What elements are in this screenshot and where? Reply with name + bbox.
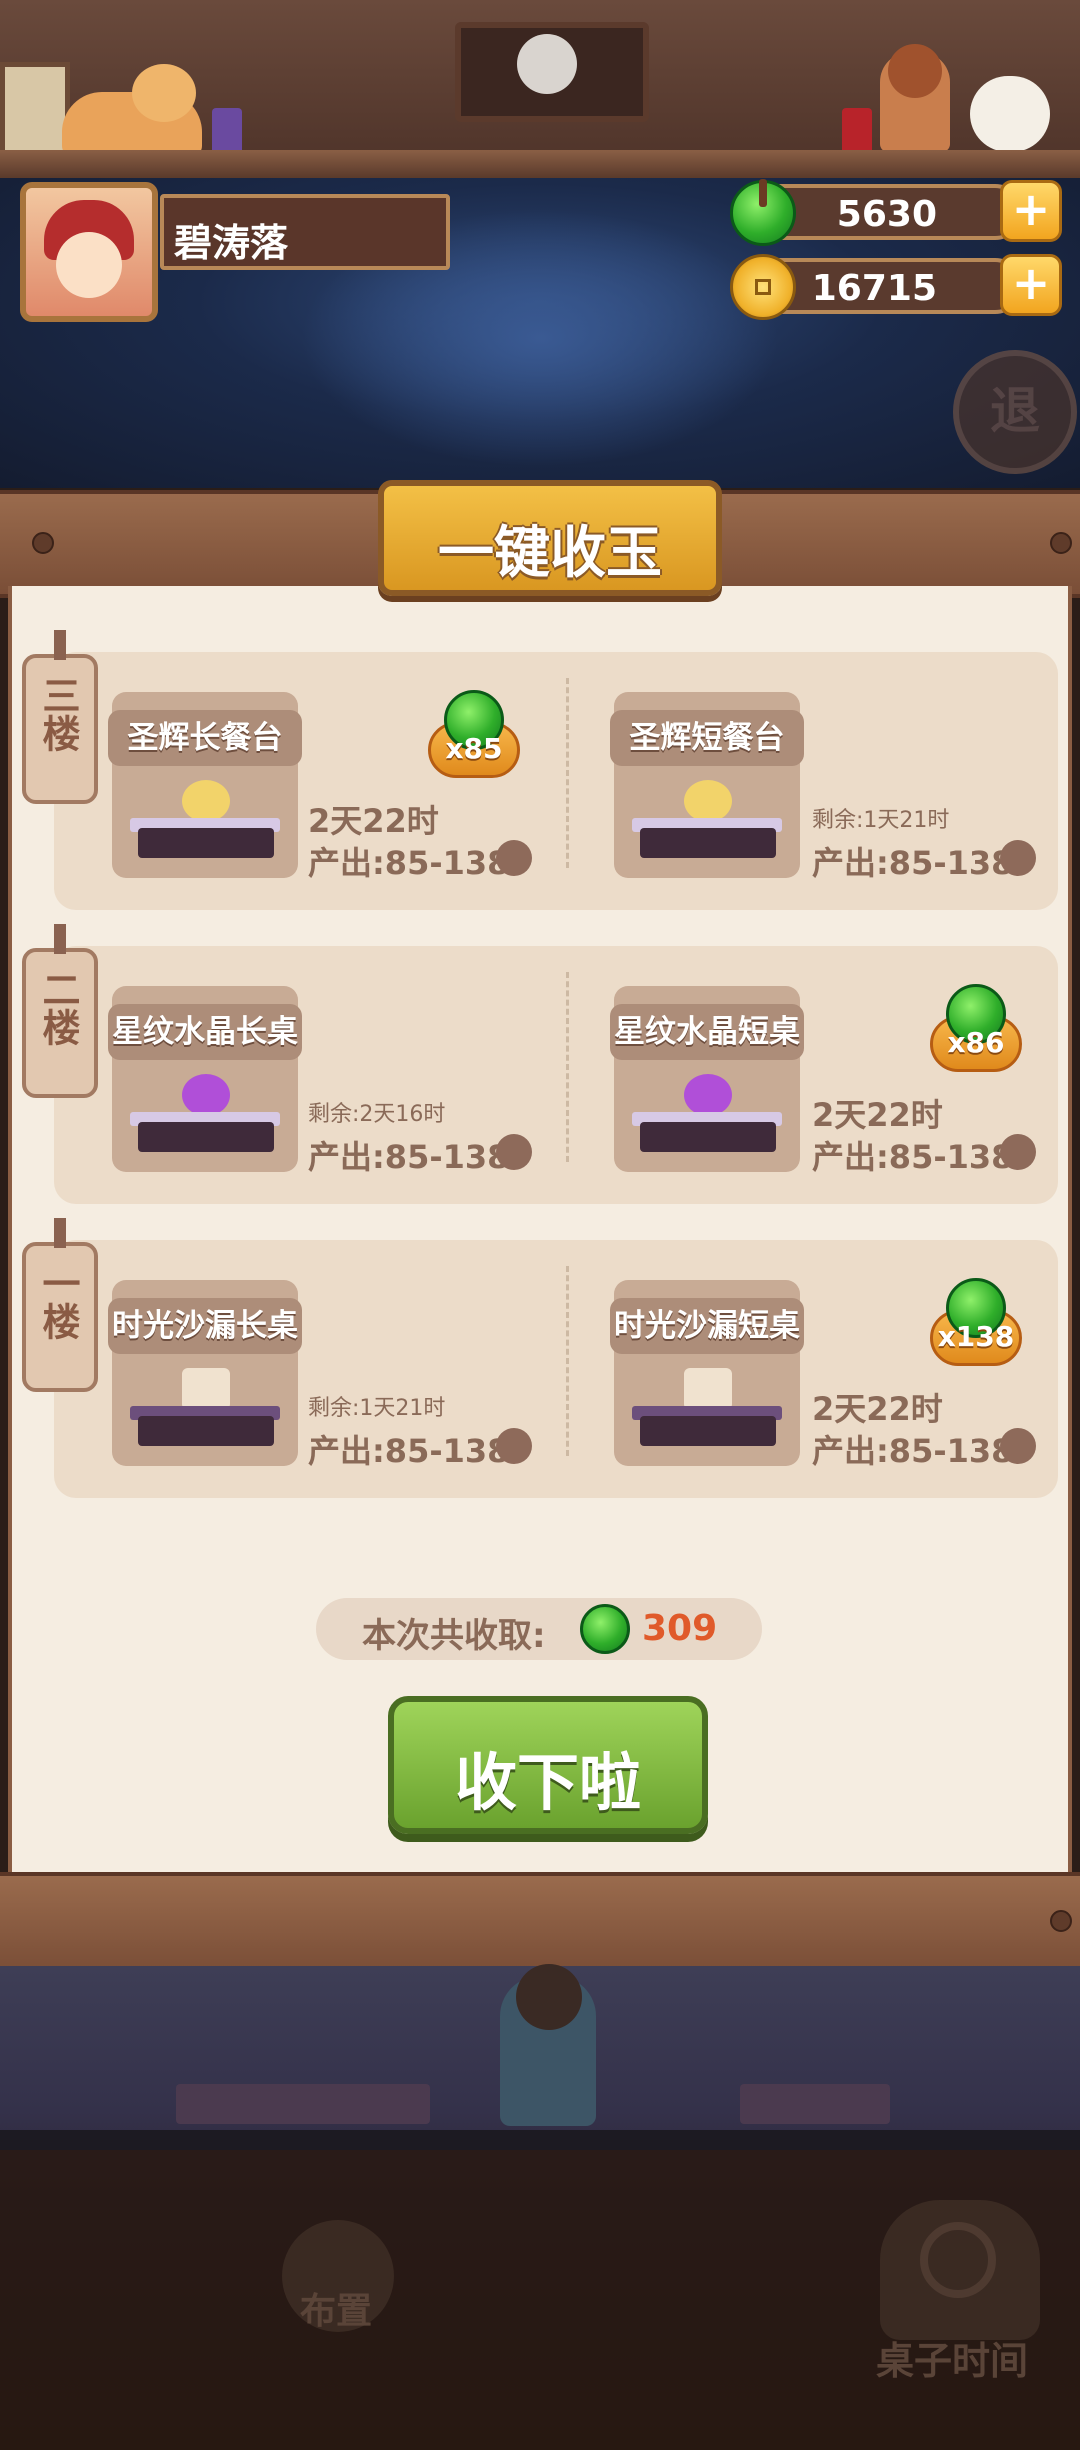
table-name: 时光沙漏长桌 bbox=[108, 1298, 302, 1354]
divider bbox=[566, 1266, 569, 1456]
paw-frame bbox=[0, 62, 70, 156]
exit-button[interactable]: 退 bbox=[953, 350, 1077, 474]
jade-icon bbox=[730, 179, 796, 246]
table-production: 产出:85-138 bbox=[812, 1432, 1014, 1470]
coin-icon bbox=[1000, 1134, 1036, 1170]
table-tile[interactable]: 时光沙漏长桌 bbox=[108, 1280, 302, 1466]
coin-icon bbox=[1000, 840, 1036, 876]
table-name: 圣辉短餐台 bbox=[610, 710, 804, 766]
table-tile[interactable]: 星纹水晶长桌 bbox=[108, 986, 302, 1172]
coin-icon bbox=[1000, 1428, 1036, 1464]
collect-button[interactable]: 收下啦 bbox=[388, 1696, 708, 1834]
table-status: 2天22时 bbox=[308, 802, 439, 840]
nail-icon bbox=[1050, 532, 1072, 554]
floor-tag: 二楼 bbox=[22, 924, 98, 1098]
jar-decoration bbox=[212, 108, 242, 156]
jade-badge-count: x138 bbox=[937, 1320, 1015, 1353]
divider bbox=[566, 678, 569, 868]
nail-icon bbox=[1050, 1910, 1072, 1932]
girl-figurine bbox=[880, 44, 950, 152]
jade-badge[interactable]: x85 bbox=[424, 690, 524, 788]
table-production: 产出:85-138 bbox=[308, 844, 510, 882]
table-status: 2天22时 bbox=[812, 1390, 943, 1428]
scene-table bbox=[176, 2084, 430, 2124]
table-name: 圣辉长餐台 bbox=[108, 710, 302, 766]
total-value: 309 bbox=[642, 1608, 718, 1649]
floor-tag: 一楼 bbox=[22, 1218, 98, 1392]
jade-icon bbox=[580, 1604, 630, 1654]
nail-icon bbox=[32, 532, 54, 554]
collect-button-label: 收下啦 bbox=[454, 1746, 641, 1819]
crystal-ball-decoration bbox=[684, 1074, 732, 1116]
jade-badge[interactable]: x86 bbox=[926, 984, 1026, 1082]
hourglass-decoration bbox=[182, 1368, 230, 1410]
table-remaining: 剩余:1天21时 bbox=[812, 808, 950, 833]
floor-label: 二楼 bbox=[36, 970, 80, 1046]
jar-decoration bbox=[842, 108, 872, 156]
table-name: 星纹水晶短桌 bbox=[610, 1004, 804, 1060]
floor-label: 三楼 bbox=[36, 676, 80, 752]
table-status: 2天22时 bbox=[812, 1096, 943, 1134]
table-remaining: 剩余:1天21时 bbox=[308, 1396, 446, 1421]
table-production: 产出:85-138 bbox=[308, 1138, 510, 1176]
player-name: 碧涛落 bbox=[174, 221, 289, 265]
clock-icon bbox=[920, 2222, 996, 2298]
scene-table bbox=[740, 2084, 890, 2124]
orange-cat-decoration bbox=[62, 64, 202, 156]
add-coin-button[interactable]: + bbox=[1000, 254, 1062, 316]
jade-value: 5630 bbox=[836, 194, 937, 235]
coin-icon bbox=[496, 840, 532, 876]
crystal-ball-decoration bbox=[182, 1074, 230, 1116]
white-cat-decoration bbox=[970, 76, 1050, 152]
dialog-title: 一键收玉 bbox=[438, 521, 662, 586]
table-tile[interactable]: 星纹水晶短桌 bbox=[610, 986, 804, 1172]
table-name: 时光沙漏短桌 bbox=[610, 1298, 804, 1354]
table-tile[interactable]: 时光沙漏短桌 bbox=[610, 1280, 804, 1466]
table-tile[interactable]: 圣辉长餐台 bbox=[108, 692, 302, 878]
floor-tag: 三楼 bbox=[22, 630, 98, 804]
jade-badge[interactable]: x138 bbox=[926, 1278, 1026, 1376]
dialog-title-plate: 一键收玉 bbox=[378, 480, 722, 596]
layout-button-label: 布置 bbox=[300, 2291, 373, 2332]
hanging-picture bbox=[455, 22, 649, 122]
table-name: 星纹水晶长桌 bbox=[108, 1004, 302, 1060]
table-time-label: 桌子时间 bbox=[876, 2339, 1029, 2383]
table-decoration bbox=[182, 780, 230, 822]
table-tile[interactable]: 圣辉短餐台 bbox=[610, 692, 804, 878]
total-label: 本次共收取: bbox=[362, 1616, 546, 1656]
jade-badge-count: x85 bbox=[445, 732, 503, 765]
coin-icon bbox=[496, 1428, 532, 1464]
table-production: 产出:85-138 bbox=[812, 844, 1014, 882]
coin-icon bbox=[496, 1134, 532, 1170]
waiter-character bbox=[500, 1964, 596, 2126]
hourglass-decoration bbox=[684, 1368, 732, 1410]
floor-label: 一楼 bbox=[36, 1264, 80, 1340]
jade-badge-count: x86 bbox=[947, 1026, 1005, 1059]
dialog-bottom-bar bbox=[0, 1872, 1080, 1974]
divider bbox=[566, 972, 569, 1162]
table-decoration bbox=[684, 780, 732, 822]
table-remaining: 剩余:2天16时 bbox=[308, 1102, 446, 1127]
player-name-box: 碧涛落 bbox=[160, 194, 450, 270]
table-production: 产出:85-138 bbox=[308, 1432, 510, 1470]
player-avatar[interactable] bbox=[20, 182, 158, 322]
table-production: 产出:85-138 bbox=[812, 1138, 1014, 1176]
add-jade-button[interactable]: + bbox=[1000, 180, 1062, 242]
total-collected: 本次共收取: 309 bbox=[316, 1598, 762, 1660]
coin-icon bbox=[730, 254, 796, 320]
coin-value: 16715 bbox=[811, 268, 937, 309]
